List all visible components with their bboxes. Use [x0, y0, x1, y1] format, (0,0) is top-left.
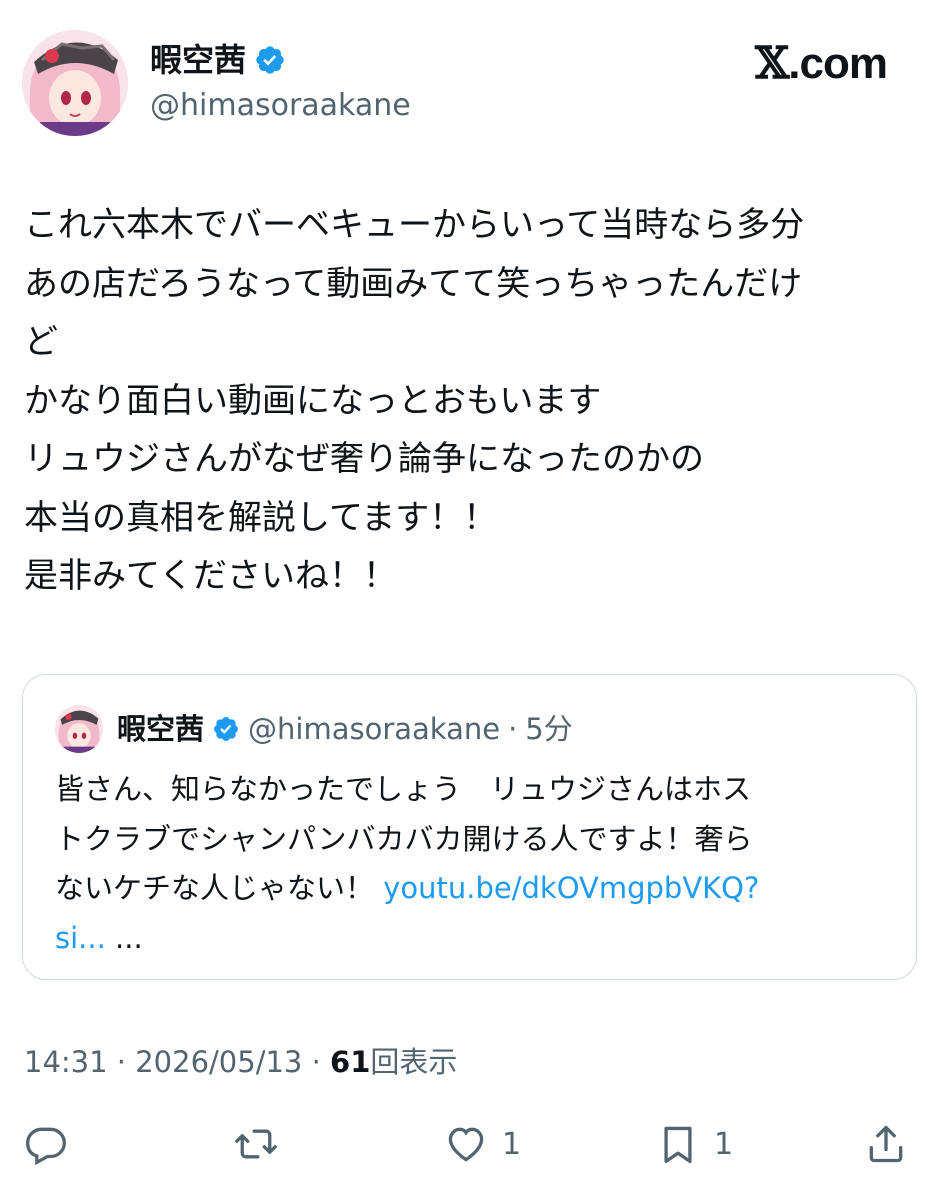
like-icon: [448, 1127, 484, 1162]
author-name-row[interactable]: 暇空茜: [150, 38, 286, 82]
verified-icon: [256, 46, 284, 74]
quoted-text: 皆さん、知らなかったでしょう リュウジさんはホス トクラブでシャンパンバカバカ開…: [55, 765, 895, 963]
tweet-line: リュウジさんがなぜ奢り論争になったのかの: [24, 439, 704, 479]
bookmark-count: 1: [714, 1126, 734, 1162]
like-count: 1: [502, 1126, 522, 1162]
quoted-tweet[interactable]: 暇空茜 @himasoraakane · 5分 皆さん、知らなかったでしょう リュウ…: [22, 674, 917, 980]
share-icon: [869, 1125, 903, 1163]
tweet-line: あの店だろうなって動画みてて笑っちゃったんだけ: [24, 263, 803, 304]
tweet-line: 是非みてくださいね！！: [24, 556, 397, 596]
bookmark-icon: [664, 1126, 692, 1164]
bookmark-button[interactable]: 1: [656, 1112, 733, 1176]
reply-icon: [26, 1127, 66, 1166]
retweet-icon: [235, 1129, 277, 1159]
tweet-meta: 14:31 · 2026/05/13 · 61回表示: [24, 1045, 458, 1079]
quoted-ellipsis: ...: [105, 920, 143, 955]
share-button[interactable]: [864, 1112, 908, 1176]
quoted-display-name[interactable]: 暇空茜: [117, 705, 204, 753]
quoted-link[interactable]: youtu.be/dkOVmgpbVKQ?: [383, 871, 759, 905]
views-count: 61: [330, 1045, 371, 1079]
quoted-line: トクラブでシャンパンバカバカ開ける人ですよ！奢ら: [55, 821, 753, 856]
tweet-line: 本当の真相を解説してます！！: [24, 497, 498, 538]
author-handle[interactable]: @himasoraakane: [150, 86, 411, 126]
tweet-line: かなり面白い動画になっとおもいます: [24, 380, 602, 421]
tweet-line: ど: [24, 322, 58, 362]
action-bar: 1 1: [0, 1112, 941, 1176]
quoted-separator: ·: [508, 712, 518, 746]
quoted-avatar[interactable]: [55, 705, 103, 753]
quoted-line: ないケチな人じゃない！ youtu.be/dkOVmgpbVKQ?: [55, 871, 760, 905]
tweet-text: これ六本木でバーベキューからいって当時なら多分 あの店だろうなって動画みてて笑っ…: [24, 196, 919, 606]
quoted-time[interactable]: 5分: [525, 705, 572, 753]
quoted-link-continued[interactable]: si...: [55, 921, 106, 955]
author-display-name[interactable]: 暇空茜: [150, 38, 246, 82]
verified-icon: [214, 717, 238, 741]
tweet-time[interactable]: 14:31: [24, 1045, 108, 1079]
x-logo: 𝕏.com: [755, 38, 888, 89]
reply-button[interactable]: [24, 1112, 82, 1176]
tweet-date[interactable]: 2026/05/13: [135, 1045, 302, 1079]
retweet-button[interactable]: [234, 1112, 292, 1176]
quoted-header: 暇空茜 @himasoraakane · 5分: [117, 705, 573, 753]
tweet-line: これ六本木でバーベキューからいって当時なら多分: [24, 205, 805, 245]
quoted-line: 皆さん、知らなかったでしょう リュウジさんはホス: [55, 772, 752, 806]
quoted-handle[interactable]: @himasoraakane: [248, 705, 500, 753]
views-label: 回表示: [370, 1045, 458, 1079]
like-button[interactable]: 1: [444, 1112, 521, 1176]
quoted-line: si... ...: [55, 914, 895, 964]
avatar[interactable]: [22, 30, 128, 136]
